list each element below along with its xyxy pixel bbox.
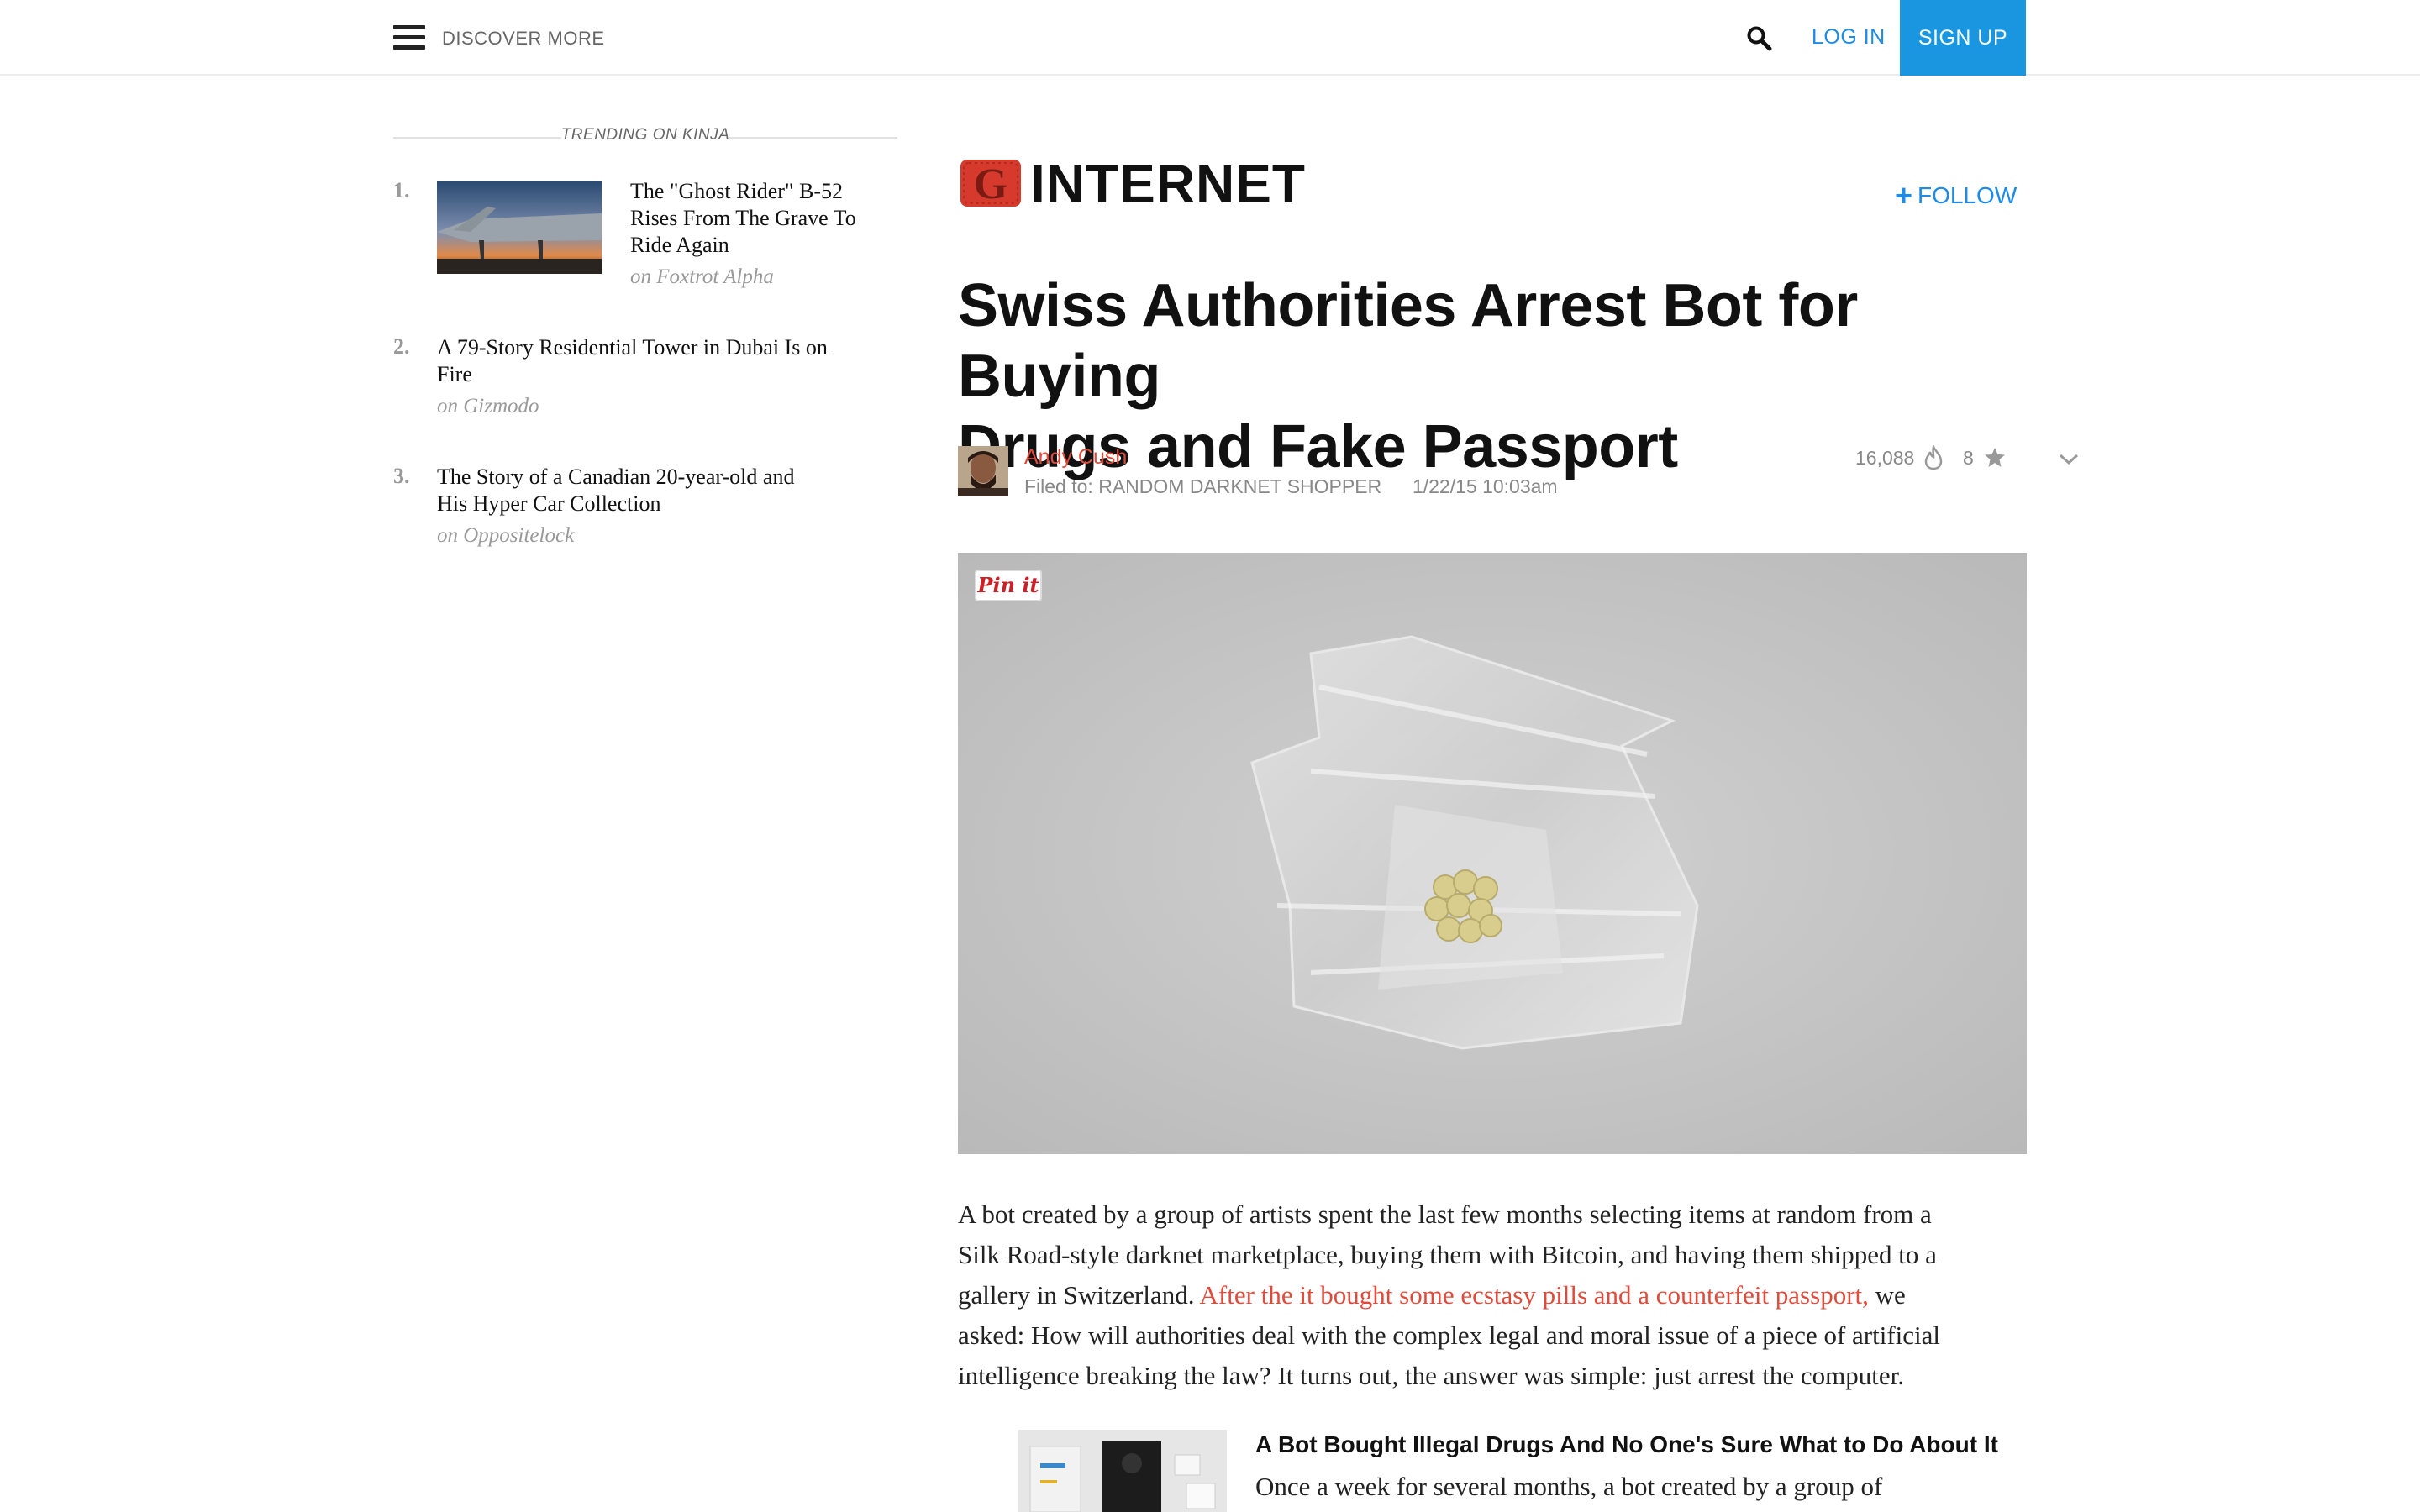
trending-thumbnail[interactable] bbox=[437, 181, 602, 274]
trending-heading: TRENDING ON KINJA bbox=[393, 124, 897, 150]
login-link[interactable]: LOG IN bbox=[1812, 25, 1886, 50]
like-count: 8 bbox=[1963, 447, 1974, 469]
signup-button[interactable]: SIGN UP bbox=[1900, 0, 2026, 76]
article-body: A bot created by a group of artists spen… bbox=[958, 1200, 1941, 1390]
plus-icon: + bbox=[1895, 178, 1913, 213]
related-article-title[interactable]: A Bot Bought Illegal Drugs And No One's … bbox=[1255, 1431, 1998, 1458]
star-icon[interactable] bbox=[1983, 446, 2007, 470]
hero-image bbox=[958, 553, 2027, 1154]
trending-source[interactable]: on Foxtrot Alpha bbox=[630, 265, 774, 289]
author-avatar[interactable] bbox=[958, 446, 1008, 496]
trending-number: 3. bbox=[393, 464, 410, 488]
top-navigation-bar: DISCOVER MORE LOG IN SIGN UP bbox=[0, 0, 2420, 76]
flame-icon bbox=[1924, 445, 1943, 470]
trending-number: 1. bbox=[393, 178, 410, 202]
inline-article-link[interactable]: After the it bought some ecstasy pills a… bbox=[1200, 1280, 1869, 1310]
publish-date[interactable]: 1/22/15 10:03am bbox=[1413, 475, 1558, 497]
follow-button[interactable]: + FOLLOW bbox=[1895, 178, 2017, 213]
svg-text:G: G bbox=[974, 160, 1007, 208]
filed-to-line: Filed to: RANDOM DARKNET SHOPPER 1/22/15… bbox=[1024, 475, 1558, 498]
pin-it-button[interactable]: Pin it bbox=[975, 570, 1042, 601]
menu-icon[interactable] bbox=[393, 25, 425, 50]
chevron-down-icon[interactable] bbox=[2059, 454, 2079, 465]
related-article-snippet: Once a week for several months, a bot cr… bbox=[1255, 1472, 1883, 1501]
trending-source[interactable]: on Oppositelock bbox=[437, 524, 574, 548]
gawker-logo-icon[interactable]: G bbox=[959, 158, 1023, 208]
view-count: 16,088 bbox=[1855, 447, 1915, 469]
trending-title[interactable]: The Story of a Canadian 20-year-old and … bbox=[437, 464, 794, 517]
filed-to-tag[interactable]: Filed to: RANDOM DARKNET SHOPPER bbox=[1024, 475, 1381, 497]
section-name[interactable]: INTERNET bbox=[1030, 153, 1306, 215]
related-article-thumbnail[interactable] bbox=[1018, 1430, 1227, 1512]
discover-more-link[interactable]: DISCOVER MORE bbox=[442, 28, 605, 50]
search-icon[interactable] bbox=[1746, 25, 1773, 52]
trending-source[interactable]: on Gizmodo bbox=[437, 395, 539, 418]
trending-heading-label: TRENDING ON KINJA bbox=[560, 126, 730, 144]
trending-title[interactable]: The "Ghost Rider" B-52 Rises From The Gr… bbox=[630, 178, 856, 259]
trending-title[interactable]: A 79-Story Residential Tower in Dubai Is… bbox=[437, 334, 828, 388]
author-name[interactable]: Andy Cush bbox=[1024, 445, 1127, 470]
trending-number: 2. bbox=[393, 334, 410, 359]
